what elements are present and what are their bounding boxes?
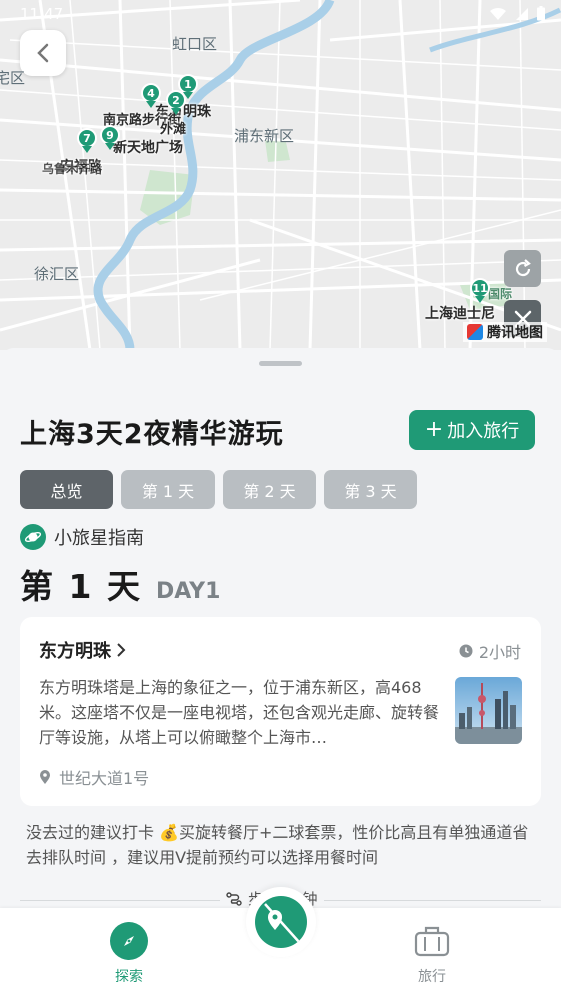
- pin-number: 7: [77, 128, 97, 148]
- pin-number: 4: [141, 83, 161, 103]
- clock-icon: [459, 644, 473, 658]
- travel-tip: 没去过的建议打卡 💰买旋转餐厅+二球套票，性价比高且有单独通道省去排队时间 ，建…: [26, 823, 529, 867]
- nav-explore[interactable]: 探索: [89, 922, 169, 986]
- poi-description: 东方明珠塔是上海的象征之一，位于浦东新区，高468米。这座塔不仅是一座电视塔，还…: [39, 678, 440, 747]
- guide-name: 小旅星指南: [54, 528, 144, 549]
- day-code: DAY1: [155, 579, 221, 604]
- itinerary-sheet: 上海3天2夜精华游玩 + 加入旅行 总览 第 1 天 第 2 天 第 3 天 小…: [0, 348, 561, 909]
- battery-icon: [537, 6, 545, 21]
- tab-overview[interactable]: 总览: [20, 470, 113, 509]
- address-text: 世纪大道1号: [59, 769, 150, 788]
- chevron-left-icon: [37, 43, 49, 63]
- map-pin[interactable]: 7: [77, 128, 97, 154]
- tab-day-2[interactable]: 第 2 天: [223, 470, 316, 509]
- guide-author[interactable]: 小旅星指南: [20, 524, 144, 550]
- poi-card[interactable]: 东方明珠 2小时 东方明珠塔是上海的象征之一，位于浦东新区，高468米。这座塔不…: [20, 617, 541, 806]
- refresh-button[interactable]: [504, 250, 541, 287]
- poi-label[interactable]: 乌鲁木齐路: [42, 160, 102, 177]
- wifi-icon: [490, 7, 506, 20]
- chevron-right-icon: [117, 643, 126, 657]
- district-label: 虹口区: [172, 35, 218, 53]
- map-view[interactable]: 11:47 虹口区 浦东新区 徐汇区 宅区 东方明珠 南京路步行街 外滩 新天地…: [0, 0, 561, 350]
- pin-tail: [475, 296, 485, 303]
- map-brand-label: 腾讯地图: [487, 325, 543, 341]
- nav-explore-label: 探索: [115, 969, 143, 985]
- route-icon: [226, 891, 242, 906]
- map-marker-icon: [255, 896, 307, 948]
- map-pin[interactable]: 2: [166, 90, 186, 116]
- district-label: 浦东新区: [234, 127, 295, 145]
- suitcase-icon: [413, 922, 451, 960]
- pin-tail: [105, 143, 115, 150]
- poi-label[interactable]: 上海迪士尼: [425, 303, 495, 323]
- pin-number: 9: [100, 125, 120, 145]
- map-pin[interactable]: 4: [141, 83, 161, 109]
- location-pin-icon: [40, 770, 50, 784]
- drag-handle[interactable]: [259, 361, 302, 366]
- add-to-trip-label: 加入旅行: [447, 421, 520, 442]
- status-time: 11:47: [20, 5, 64, 23]
- poi-label[interactable]: 新天地广场: [113, 137, 183, 157]
- poi-label[interactable]: 外滩: [160, 118, 186, 137]
- skyline-image: [455, 677, 522, 744]
- poi-thumbnail[interactable]: [455, 677, 522, 744]
- refresh-icon: [515, 258, 531, 276]
- tab-day-3[interactable]: 第 3 天: [324, 470, 417, 509]
- poi-title-link[interactable]: 东方明珠: [39, 637, 127, 663]
- signal-icon: [516, 7, 528, 20]
- nav-trip-label: 旅行: [418, 969, 446, 985]
- tab-day-1[interactable]: 第 1 天: [121, 470, 215, 509]
- map-pin[interactable]: 11: [470, 278, 490, 304]
- add-to-trip-button[interactable]: + 加入旅行: [409, 410, 535, 450]
- day-title: 第 1 天: [20, 567, 142, 606]
- screen: 11:47 虹口区 浦东新区 徐汇区 宅区 东方明珠 南京路步行街 外滩 新天地…: [0, 0, 561, 997]
- poi-duration: 2小时: [459, 639, 521, 663]
- page-title: 上海3天2夜精华游玩: [20, 419, 284, 450]
- district-label: 徐汇区: [34, 265, 80, 283]
- poi-name: 东方明珠: [39, 641, 111, 662]
- tencent-map-logo-icon: [467, 324, 483, 340]
- status-icons: [489, 6, 545, 21]
- status-bar: 11:47: [0, 0, 561, 30]
- back-button[interactable]: [20, 30, 66, 76]
- pin-tail: [146, 101, 156, 108]
- planet-icon: [20, 524, 46, 550]
- pin-number: 11: [470, 278, 490, 298]
- pin-tail: [171, 108, 181, 115]
- district-label: 宅区: [0, 69, 26, 87]
- duration-text: 2小时: [478, 643, 521, 662]
- map-pin[interactable]: 9: [100, 125, 120, 151]
- day-tabs: 总览 第 1 天 第 2 天 第 3 天: [20, 470, 417, 509]
- nav-trip[interactable]: 旅行: [392, 922, 472, 986]
- pin-tail: [82, 146, 92, 153]
- day-heading: 第 1 天 DAY1: [20, 560, 220, 608]
- compass-icon: [110, 922, 148, 960]
- plus-icon: +: [424, 417, 444, 442]
- poi-address: 世纪大道1号: [39, 765, 149, 789]
- map-brand: 腾讯地图: [463, 322, 547, 342]
- pin-number: 2: [166, 90, 186, 110]
- map-home-button[interactable]: [246, 887, 316, 957]
